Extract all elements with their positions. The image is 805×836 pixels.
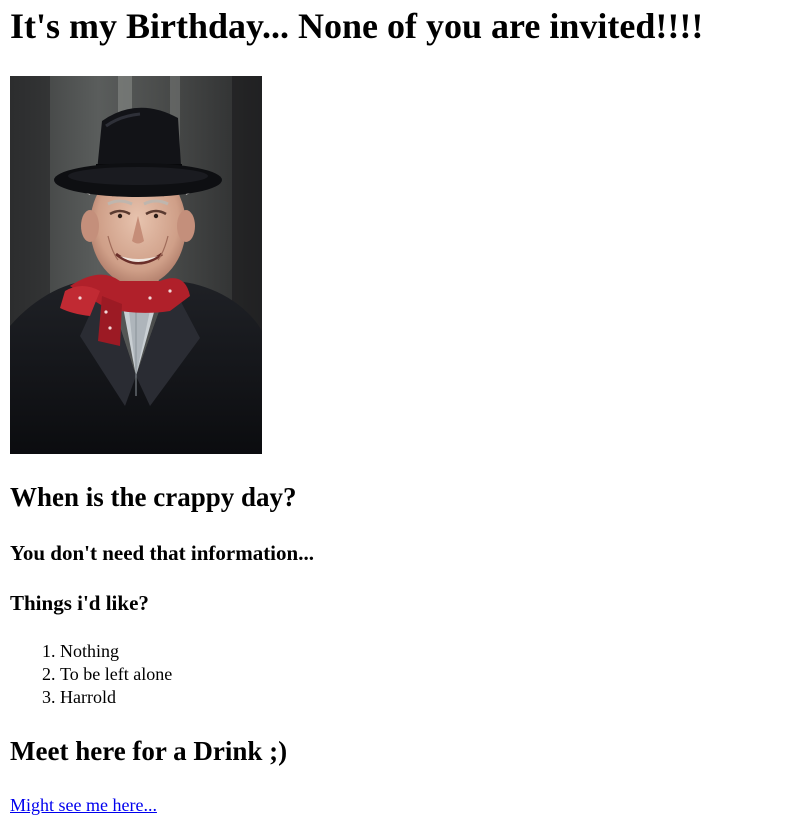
list-item: Harrold [60, 686, 172, 709]
list-item: To be left alone [60, 663, 172, 686]
when-answer: You don't need that information... [10, 541, 314, 565]
birthday-photo [10, 76, 262, 454]
list-item: Nothing [60, 640, 172, 663]
page-title: It's my Birthday... None of you are invi… [10, 6, 704, 46]
wishes-heading: Things i'd like? [10, 591, 149, 615]
when-heading: When is the crappy day? [10, 482, 297, 512]
wish-list: Nothing To be left alone Harrold [10, 640, 172, 709]
bar-link[interactable]: Might see me here... [10, 794, 157, 817]
drink-heading: Meet here for a Drink ;) [10, 736, 288, 766]
